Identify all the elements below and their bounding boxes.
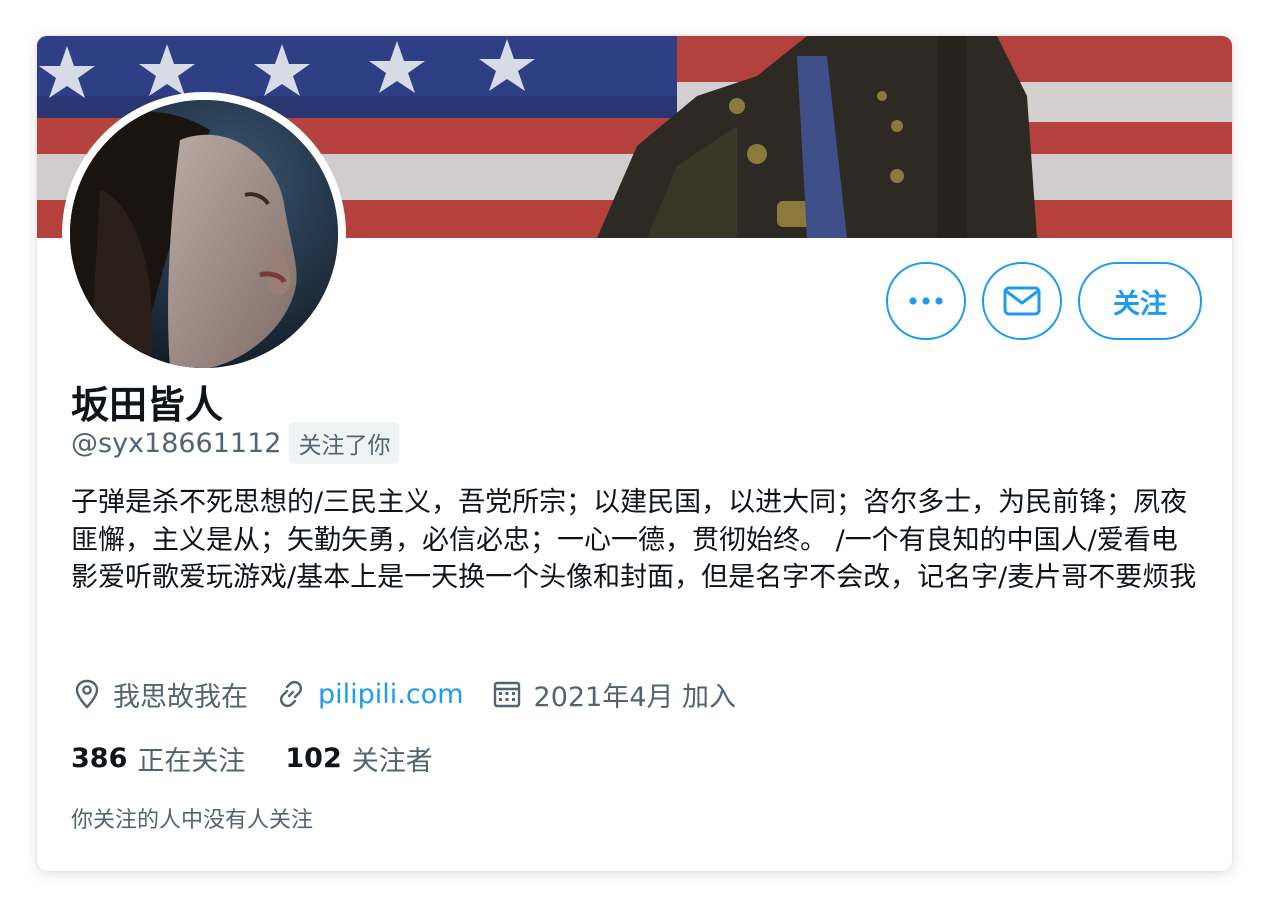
- following-label[interactable]: 正在关注: [137, 739, 245, 778]
- more-button[interactable]: [886, 262, 966, 340]
- calendar-icon: [493, 681, 520, 708]
- following-count[interactable]: 386: [71, 743, 127, 774]
- location-pin-icon: [75, 679, 99, 709]
- envelope-icon: [1003, 286, 1041, 316]
- follow-button-label: 关注: [1113, 288, 1167, 320]
- followers-count[interactable]: 102: [285, 743, 341, 774]
- profile-meta: 我思故我在 pilipili.com 2021年4月 加入: [73, 674, 764, 714]
- follows-you-badge: 关注了你: [289, 422, 400, 464]
- joined-item: 2021年4月 加入: [492, 675, 736, 714]
- avatar[interactable]: [70, 100, 338, 368]
- message-button[interactable]: [982, 262, 1062, 340]
- follow-stats: 386 正在关注 102 关注者: [71, 738, 473, 778]
- joined-text: 2021年4月 加入: [533, 681, 737, 713]
- handle-row: @syx18661112 关注了你: [71, 422, 400, 464]
- location-text: 我思故我在: [113, 681, 248, 713]
- link-icon: [279, 680, 303, 708]
- handle: @syx18661112: [71, 427, 282, 459]
- more-icon: [909, 297, 943, 305]
- followers-label[interactable]: 关注者: [352, 739, 433, 778]
- bio: 子弹是杀不死思想的/三民主义，吾党所宗；以建民国，以进大同；咨尔多士，为民前锋；…: [71, 487, 1197, 593]
- location-item: 我思故我在: [73, 675, 248, 714]
- website-item: pilipili.com: [276, 679, 464, 710]
- mutual-followers-text: 你关注的人中没有人关注: [71, 808, 314, 833]
- profile-card: 关注 坂田皆人 @syx18661112 关注了你 子弹是杀不死思想的/三民主义…: [37, 36, 1232, 871]
- follow-button[interactable]: 关注: [1078, 262, 1202, 340]
- website-link[interactable]: pilipili.com: [318, 679, 464, 710]
- display-name: 坂田皆人: [71, 383, 224, 427]
